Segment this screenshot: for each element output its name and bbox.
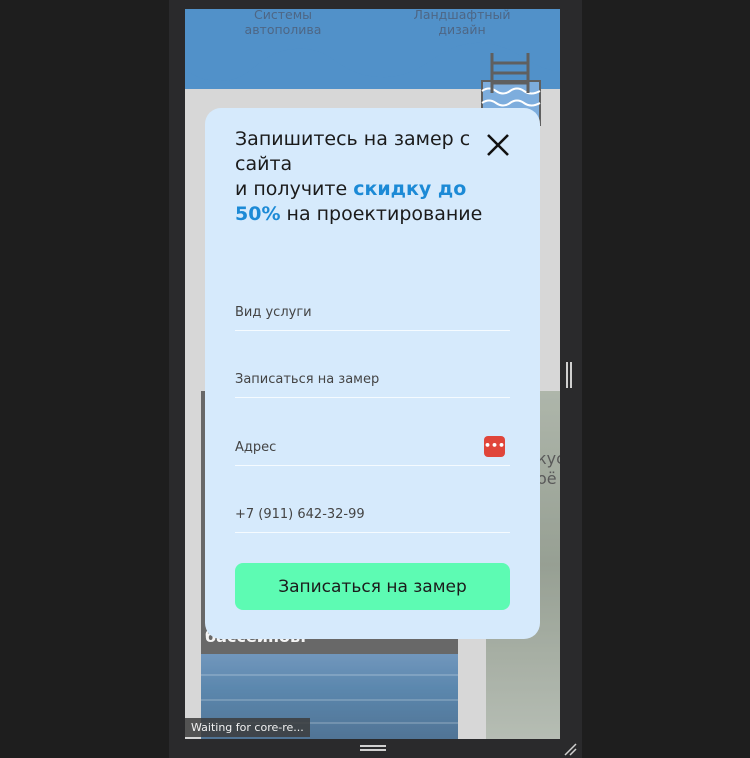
service-type-field <box>235 291 510 331</box>
measurement-modal: Запишитесь на замер с сайта и получите с… <box>205 108 540 639</box>
modal-title-suffix: на проектирование <box>280 203 483 225</box>
modal-title-line1: Запишитесь на замер с сайта <box>235 128 471 175</box>
phone-input[interactable] <box>235 507 475 522</box>
submit-button[interactable]: Записаться на замер <box>235 563 510 610</box>
modal-title: Запишитесь на замер с сайта и получите с… <box>235 127 495 227</box>
password-manager-icon[interactable]: ••• <box>484 436 505 457</box>
address-input[interactable] <box>235 440 475 455</box>
modal-title-prefix: и получите <box>235 178 354 200</box>
close-icon[interactable] <box>485 132 511 158</box>
appointment-field <box>235 358 510 398</box>
appointment-input[interactable] <box>235 372 475 387</box>
side-resize-handle[interactable] <box>566 362 572 388</box>
service-type-input[interactable] <box>235 305 475 320</box>
phone-field <box>235 493 510 533</box>
address-field: ••• <box>235 426 510 466</box>
corner-resize-icon[interactable] <box>563 742 577 756</box>
bottom-resize-handle[interactable] <box>360 745 386 751</box>
status-bar: Waiting for core-re... <box>185 718 310 737</box>
